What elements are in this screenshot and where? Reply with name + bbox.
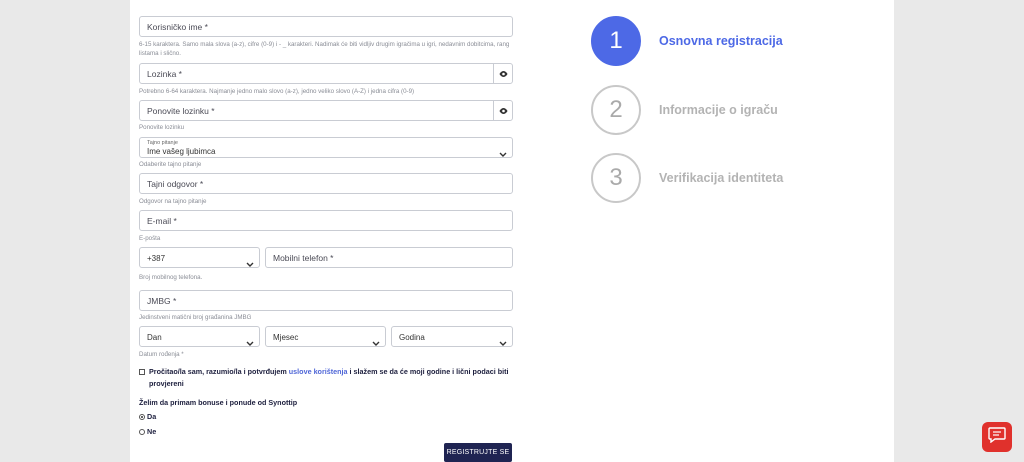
mobile-phone-input[interactable]	[266, 248, 512, 268]
bonus-question: Želim da primam bonuse i ponude od Synot…	[139, 398, 298, 407]
step-3-number: 3	[591, 153, 641, 203]
terms-row: Pročitao/la sam, razumio/la i potvrđujem…	[139, 366, 513, 390]
phone-prefix-value: +387	[147, 254, 166, 263]
step-1: 1 Osnovna registracija	[591, 16, 783, 66]
step-2-number: 2	[591, 85, 641, 135]
secret-question-value: Ime vašeg ljubimca	[147, 147, 216, 156]
step-3: 3 Verifikacija identiteta	[591, 153, 783, 203]
email-hint: E-pošta	[139, 235, 161, 242]
secret-question-label: Tajno pitanje	[147, 140, 178, 146]
terms-checkbox[interactable]	[139, 369, 145, 375]
secret-answer-input[interactable]	[140, 174, 512, 194]
eye-icon[interactable]	[493, 101, 512, 120]
dob-hint: Datum rođenja *	[139, 351, 184, 358]
password-field[interactable]	[139, 63, 513, 84]
step-2-label: Informacije o igraču	[659, 103, 778, 117]
jmbg-hint: Jedinstveni matični broj građanina JMBG	[139, 314, 252, 321]
radio-selected[interactable]	[139, 414, 145, 420]
step-1-label: Osnovna registracija	[659, 34, 783, 48]
secret-question-hint: Odaberite tajno pitanje	[139, 161, 202, 168]
step-3-label: Verifikacija identiteta	[659, 171, 784, 185]
secret-answer-field[interactable]	[139, 173, 513, 194]
dob-day-select[interactable]: Dan	[139, 326, 260, 347]
repeat-password-input[interactable]	[140, 101, 512, 121]
repeat-password-field[interactable]	[139, 100, 513, 121]
terms-link[interactable]: uslove korištenja	[289, 367, 348, 376]
email-field[interactable]	[139, 210, 513, 231]
radio-unselected[interactable]	[139, 429, 145, 435]
terms-text: Pročitao/la sam, razumio/la i potvrđujem…	[149, 366, 513, 390]
jmbg-field[interactable]	[139, 290, 513, 311]
bonus-no-label: Ne	[147, 427, 157, 436]
username-hint: 6-15 karaktera. Samo mala slova (a-z), c…	[139, 41, 510, 57]
dob-year-select[interactable]: Godina	[391, 326, 513, 347]
bonus-no-radio[interactable]: Ne	[139, 427, 156, 436]
chat-icon	[988, 426, 1006, 448]
eye-icon[interactable]	[493, 64, 512, 83]
step-2: 2 Informacije o igraču	[591, 85, 778, 135]
phone-prefix-select[interactable]: +387	[139, 247, 260, 268]
jmbg-input[interactable]	[140, 291, 512, 311]
register-button[interactable]: REGISTRUJTE SE	[444, 443, 512, 462]
password-input[interactable]	[140, 64, 512, 84]
chevron-down-icon	[246, 255, 254, 273]
dob-day-value: Dan	[147, 333, 162, 342]
dob-month-value: Mjesec	[273, 333, 299, 342]
mobile-phone-field[interactable]	[265, 247, 513, 268]
username-field[interactable]	[139, 16, 513, 37]
secret-answer-hint: Odgovor na tajno pitanje	[139, 198, 207, 205]
chat-button[interactable]	[982, 422, 1012, 452]
repeat-password-hint: Ponovite lozinku	[139, 124, 185, 131]
dob-month-select[interactable]: Mjesec	[265, 326, 386, 347]
email-input[interactable]	[140, 211, 512, 231]
password-hint: Potrebno 6-64 karaktera. Najmanje jedno …	[139, 88, 415, 95]
username-input[interactable]	[140, 17, 512, 37]
secret-question-select[interactable]: Tajno pitanje Ime vašeg ljubimca	[139, 137, 513, 158]
terms-text-before: Pročitao/la sam, razumio/la i potvrđujem	[149, 367, 289, 376]
dob-year-value: Godina	[399, 333, 425, 342]
bonus-yes-radio[interactable]: Da	[139, 412, 156, 421]
bonus-yes-label: Da	[147, 412, 157, 421]
phone-hint: Broj mobilnog telefona.	[139, 274, 203, 281]
step-1-number: 1	[591, 16, 641, 66]
